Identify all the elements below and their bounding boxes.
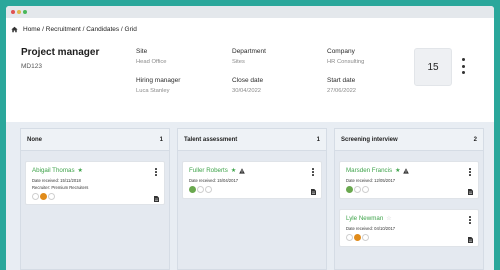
- close-date-value: 30/04/2022: [232, 88, 262, 94]
- candidate-count-badge[interactable]: 15: [414, 48, 452, 86]
- start-date-value: 27/06/2022: [327, 88, 357, 94]
- site-label: Site: [136, 48, 148, 55]
- candidate-count: 15: [427, 61, 439, 73]
- candidate-name-link[interactable]: Abigail Thomas: [32, 167, 75, 174]
- close-window-dot[interactable]: [11, 10, 15, 14]
- candidate-name: Marsden Francis ★: [346, 167, 410, 174]
- column-header: Talent assessment 1: [178, 129, 326, 151]
- star-icon[interactable]: ★: [231, 167, 236, 174]
- job-code: MD123: [21, 63, 42, 70]
- card-menu-kebab-icon[interactable]: [155, 168, 158, 176]
- status-circle-empty[interactable]: [205, 186, 212, 193]
- candidate-name-link[interactable]: Lyle Newman: [346, 215, 383, 222]
- candidate-name: Abigail Thomas ★: [32, 167, 83, 174]
- date-received: Date received: 04/10/2017: [346, 226, 396, 231]
- hiring-manager-value: Luca Stanley: [136, 88, 170, 94]
- column-title: Talent assessment: [184, 136, 238, 143]
- candidate-board: None 1 Abigail Thomas ★ Date received: 1…: [6, 122, 494, 270]
- candidate-name-link[interactable]: Marsden Francis: [346, 167, 392, 174]
- column-header: None 1: [21, 129, 169, 151]
- status-circle-empty[interactable]: [354, 186, 361, 193]
- column-count: 1: [316, 136, 320, 143]
- site-value: Head Office: [136, 59, 167, 65]
- candidate-card-abigail-thomas[interactable]: Abigail Thomas ★ Date received: 15/11/20…: [25, 161, 165, 205]
- candidate-name: Fuller Roberts ★: [189, 167, 246, 174]
- department-label: Department: [232, 48, 266, 55]
- star-icon[interactable]: ★: [395, 167, 400, 174]
- candidate-name: Lyle Newman ☆: [346, 215, 392, 222]
- job-menu-kebab-icon[interactable]: [460, 58, 466, 74]
- warning-icon: [239, 167, 246, 174]
- candidate-card-fuller-roberts[interactable]: Fuller Roberts ★ Date received: 15/04/20…: [182, 161, 322, 199]
- date-received: Date received: 12/05/2017: [346, 178, 396, 183]
- candidate-card-marsden-francis[interactable]: Marsden Francis ★ Date received: 12/05/2…: [339, 161, 479, 199]
- column-none: None 1 Abigail Thomas ★ Date received: 1…: [20, 128, 170, 270]
- minimize-window-dot[interactable]: [17, 10, 21, 14]
- status-circle-green[interactable]: [189, 186, 196, 193]
- warning-icon: [403, 167, 410, 174]
- status-circle-green[interactable]: [346, 186, 353, 193]
- status-circle-empty[interactable]: [48, 193, 55, 200]
- status-circles: [189, 186, 213, 193]
- status-circles: [346, 234, 370, 241]
- company-label: Company: [327, 48, 355, 55]
- star-icon[interactable]: ★: [78, 167, 83, 174]
- date-received: Date received: 15/11/2018: [32, 178, 81, 183]
- home-icon[interactable]: [11, 26, 18, 33]
- candidate-name-link[interactable]: Fuller Roberts: [189, 167, 228, 174]
- breadcrumb-home[interactable]: Home: [23, 26, 40, 33]
- column-header: Screening interview 2: [335, 129, 483, 151]
- breadcrumb-recruitment[interactable]: Recruitment: [46, 26, 81, 33]
- star-outline-icon[interactable]: ☆: [386, 215, 391, 222]
- candidate-card-lyle-newman[interactable]: Lyle Newman ☆ Date received: 04/10/2017: [339, 209, 479, 247]
- date-received: Date received: 15/04/2017: [189, 178, 239, 183]
- recruiter: Recruiter: Premium Recruiters: [32, 185, 89, 190]
- breadcrumb-candidates[interactable]: Candidates: [86, 26, 119, 33]
- document-icon[interactable]: [468, 237, 473, 243]
- status-circle-empty[interactable]: [346, 234, 353, 241]
- column-title: None: [27, 136, 42, 143]
- status-circle-empty[interactable]: [197, 186, 204, 193]
- column-count: 1: [159, 136, 163, 143]
- close-date-label: Close date: [232, 77, 264, 84]
- status-circle-orange[interactable]: [40, 193, 47, 200]
- column-screening-interview: Screening interview 2 Marsden Francis ★ …: [334, 128, 484, 270]
- breadcrumb: Home / Recruitment / Candidates / Grid: [11, 26, 137, 33]
- card-menu-kebab-icon[interactable]: [469, 168, 472, 176]
- status-circles: [346, 186, 370, 193]
- document-icon[interactable]: [311, 189, 316, 195]
- hiring-manager-label: Hiring manager: [136, 77, 181, 84]
- status-circle-empty[interactable]: [362, 234, 369, 241]
- column-talent-assessment: Talent assessment 1 Fuller Roberts ★ Dat…: [177, 128, 327, 270]
- app-window: Home / Recruitment / Candidates / Grid P…: [6, 6, 494, 270]
- status-circle-empty[interactable]: [32, 193, 39, 200]
- column-title: Screening interview: [341, 136, 398, 143]
- job-header: Home / Recruitment / Candidates / Grid P…: [6, 18, 494, 122]
- department-value: Sites: [232, 59, 245, 65]
- status-circle-orange[interactable]: [354, 234, 361, 241]
- maximize-window-dot[interactable]: [23, 10, 27, 14]
- document-icon[interactable]: [468, 189, 473, 195]
- start-date-label: Start date: [327, 77, 356, 84]
- job-title: Project manager: [21, 47, 100, 58]
- status-circle-empty[interactable]: [362, 186, 369, 193]
- window-titlebar: [6, 6, 494, 18]
- breadcrumb-grid: Grid: [124, 26, 137, 33]
- column-count: 2: [473, 136, 477, 143]
- document-icon[interactable]: [154, 196, 159, 202]
- card-menu-kebab-icon[interactable]: [469, 216, 472, 224]
- company-value: HR Consulting: [327, 59, 365, 65]
- card-menu-kebab-icon[interactable]: [312, 168, 315, 176]
- status-circles: [32, 193, 56, 200]
